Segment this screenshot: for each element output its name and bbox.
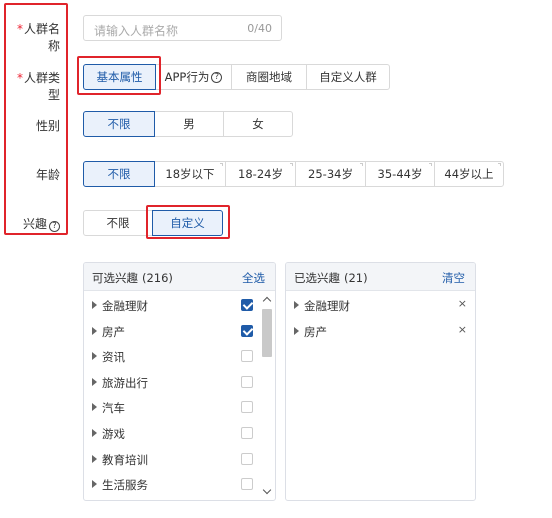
gender-options: 不限 男 女 (83, 111, 293, 137)
age-option-any[interactable]: 不限 (83, 161, 155, 187)
available-interest-item[interactable]: 教育培训 (84, 447, 275, 472)
available-interests-header: 可选兴趣 (216) 全选 (84, 263, 275, 291)
available-count: (216) (142, 271, 173, 285)
help-icon[interactable]: ? (49, 220, 60, 232)
interest-label: 游戏 (102, 427, 125, 441)
expand-arrow-icon[interactable] (92, 352, 97, 361)
gender-label: 性别 (35, 119, 60, 133)
selected-interest-item[interactable]: 金融理财 × (286, 293, 475, 318)
tab-basic-attributes[interactable]: 基本属性 (83, 64, 156, 90)
expand-arrow-icon[interactable] (92, 326, 97, 335)
interest-label: 旅游出行 (102, 375, 148, 390)
expand-arrow-icon[interactable] (294, 326, 299, 335)
required-mark: * (16, 71, 23, 85)
expand-arrow-icon[interactable] (92, 301, 97, 309)
help-icon[interactable]: ? (211, 71, 223, 83)
selected-count: (21) (344, 271, 368, 285)
age-option-25-34[interactable]: 25-34岁 (295, 161, 366, 187)
tab-custom-crowd[interactable]: 自定义人群 (306, 64, 390, 90)
available-interest-item[interactable]: 金融理财 (84, 293, 275, 318)
interest-checkbox[interactable] (241, 375, 253, 388)
available-scrollbar[interactable] (261, 295, 273, 496)
interest-label: 金融理财 (304, 299, 350, 313)
interest-checkbox[interactable] (241, 478, 253, 491)
interest-label: 生活服务 (102, 478, 148, 493)
clear-all-link[interactable]: 清空 (442, 270, 465, 286)
available-interests-title: 可选兴趣 (216) (92, 271, 173, 285)
available-interest-item[interactable]: 游戏 (84, 421, 275, 446)
expand-arrow-icon[interactable] (92, 429, 97, 437)
interest-option-custom[interactable]: 自定义 (152, 210, 223, 236)
available-interest-item[interactable]: 资讯 (84, 344, 275, 369)
tab-app-behavior[interactable]: APP行为? (155, 64, 232, 90)
interest-label: 房产 (304, 324, 327, 339)
available-interest-item[interactable]: 房产 (84, 319, 275, 344)
interest-checkbox[interactable] (241, 401, 253, 414)
expand-arrow-icon[interactable] (92, 454, 97, 463)
scroll-down-icon[interactable] (262, 485, 272, 495)
crowd-name-input[interactable]: 请输入人群名称 0/40 (83, 15, 282, 41)
interest-label: 房产 (102, 324, 125, 339)
gender-option-male[interactable]: 男 (154, 111, 224, 137)
char-counter: 0/40 (247, 22, 272, 35)
interest-label: 汽车 (102, 401, 125, 416)
tab-business-region[interactable]: 商圈地域 (231, 64, 307, 90)
interest-checkbox[interactable] (241, 427, 253, 439)
interest-checkbox[interactable] (241, 452, 253, 465)
expand-arrow-icon[interactable] (294, 301, 299, 309)
available-interests-panel: 可选兴趣 (216) 全选 金融理财房产资讯旅游出行汽车游戏教育培训生活服务 (83, 262, 276, 501)
interest-option-any[interactable]: 不限 (83, 210, 153, 236)
age-option-35-44[interactable]: 35-44岁 (365, 161, 435, 187)
gender-option-any[interactable]: 不限 (83, 111, 155, 137)
required-mark: * (16, 22, 23, 36)
available-interest-item[interactable]: 生活服务 (84, 472, 275, 497)
expand-arrow-icon[interactable] (92, 377, 97, 386)
selected-interests-panel: 已选兴趣 (21) 清空 金融理财 × 房产 × (285, 262, 476, 501)
selected-interests-title: 已选兴趣 (21) (294, 271, 368, 285)
interest-options: 不限 自定义 (83, 210, 223, 236)
select-all-link[interactable]: 全选 (242, 270, 265, 286)
gender-option-female[interactable]: 女 (223, 111, 293, 137)
scroll-up-icon[interactable] (262, 296, 272, 306)
available-interest-item[interactable]: 汽车 (84, 395, 275, 420)
interest-checkbox[interactable] (241, 324, 253, 337)
crowd-type-tabs: 基本属性 APP行为? 商圈地域 自定义人群 (83, 64, 390, 90)
age-option-under-18[interactable]: 18岁以下 (154, 161, 226, 187)
interest-label: 资讯 (102, 350, 125, 365)
expand-arrow-icon[interactable] (92, 403, 97, 412)
interest-label: 兴趣? (6, 215, 60, 232)
interest-checkbox[interactable] (241, 350, 253, 363)
expand-arrow-icon[interactable] (92, 480, 97, 489)
age-option-18-24[interactable]: 18-24岁 (225, 161, 296, 187)
available-interest-item[interactable]: 旅游出行 (84, 370, 275, 395)
remove-icon[interactable]: × (458, 297, 467, 310)
scroll-thumb[interactable] (262, 309, 272, 357)
interest-label: 教育培训 (102, 452, 148, 467)
age-options: 不限 18岁以下 18-24岁 25-34岁 35-44岁 44岁以上 (83, 161, 504, 187)
selected-interest-item[interactable]: 房产 × (286, 319, 475, 344)
crowd-name-placeholder: 请输入人群名称 (94, 24, 179, 38)
interest-label: 金融理财 (102, 299, 148, 313)
age-option-over-44[interactable]: 44岁以上 (434, 161, 504, 187)
crowd-name-label: *人群名称 (16, 22, 60, 53)
interest-checkbox[interactable] (241, 299, 253, 311)
remove-icon[interactable]: × (458, 323, 467, 336)
selected-interests-header: 已选兴趣 (21) 清空 (286, 263, 475, 291)
crowd-type-label: *人群类型 (16, 71, 60, 102)
age-label: 年龄 (35, 168, 60, 182)
